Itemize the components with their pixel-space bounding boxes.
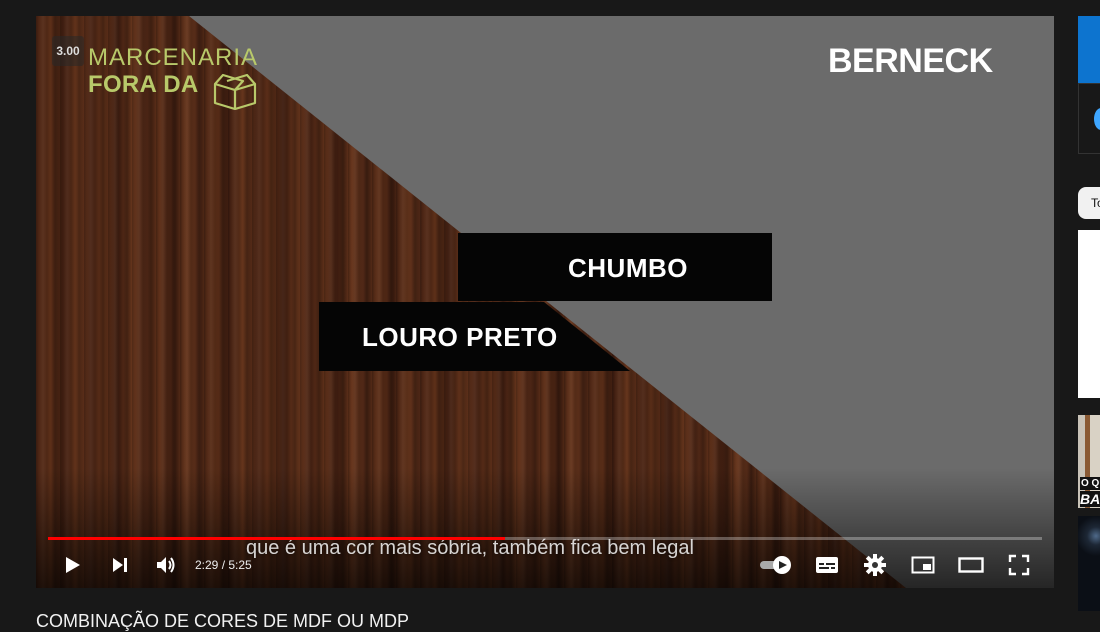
- autoplay-toggle[interactable]: [756, 553, 796, 577]
- progress-fill: [48, 537, 506, 540]
- progress-bar[interactable]: [48, 537, 1042, 540]
- related-video-thumbnail[interactable]: [1078, 516, 1100, 611]
- controls-gradient: [36, 468, 1054, 588]
- next-icon: [113, 558, 127, 572]
- fullscreen-button[interactable]: [1004, 551, 1034, 579]
- box-icon: [213, 73, 257, 110]
- autoplay-icon: [760, 556, 791, 574]
- louro-preto-label: LOURO PRETO: [362, 322, 558, 352]
- volume-button[interactable]: [152, 551, 180, 579]
- sidebar-card[interactable]: [1078, 230, 1100, 398]
- theater-mode-button[interactable]: [956, 551, 986, 579]
- ad-banner[interactable]: [1078, 16, 1100, 83]
- filter-chip-all[interactable]: To: [1078, 187, 1100, 219]
- subtitles-icon: [816, 557, 838, 573]
- brand-logo: BERNECK: [828, 42, 993, 80]
- fullscreen-icon: [1008, 554, 1030, 576]
- ad-card[interactable]: [1078, 83, 1100, 154]
- miniplayer-button[interactable]: [908, 551, 938, 579]
- subtitles-button[interactable]: [812, 551, 842, 579]
- related-video-thumbnail[interactable]: O QU BA: [1078, 415, 1100, 508]
- video-player[interactable]: CHUMBO LOURO PRETO 3.00 MARCENARIA FORA …: [36, 16, 1054, 588]
- chumbo-banner: CHUMBO: [458, 233, 772, 301]
- logo-line-1: MARCENARIA: [88, 44, 259, 71]
- play-button[interactable]: [58, 551, 86, 579]
- miniplayer-icon: [911, 556, 935, 574]
- thumbnail-text: BA: [1080, 491, 1100, 507]
- settings-icon: [864, 554, 886, 576]
- settings-button[interactable]: [860, 551, 890, 579]
- speed-badge: 3.00: [52, 36, 84, 66]
- logo-line-2: FORA DA: [88, 71, 199, 98]
- thumbnail-text: O QU: [1080, 477, 1100, 490]
- next-button[interactable]: [106, 551, 134, 579]
- ad-card-icon: [1094, 108, 1100, 130]
- theater-icon: [958, 557, 984, 573]
- chumbo-label: CHUMBO: [568, 253, 688, 283]
- subtitle-caption: que é uma cor mais sóbria, também fica b…: [246, 537, 694, 559]
- play-icon: [66, 557, 80, 573]
- volume-icon: [157, 557, 175, 573]
- time-display: 2:29 / 5:25: [195, 558, 252, 572]
